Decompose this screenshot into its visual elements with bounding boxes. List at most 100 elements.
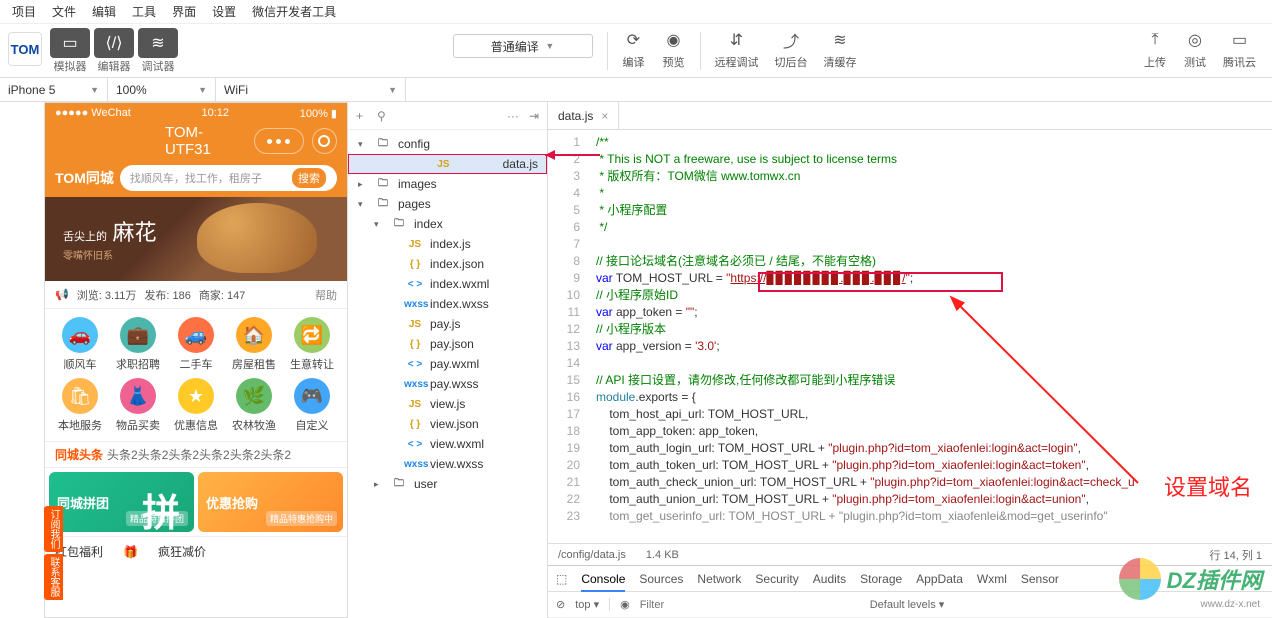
brand-label: TOM同城	[55, 168, 114, 188]
add-file-icon[interactable]: +	[356, 109, 363, 123]
devtools-tab[interactable]: Sensor	[1021, 572, 1059, 586]
devtools-tab[interactable]: Sources	[639, 572, 683, 586]
remote-debug-button[interactable]: ⇵远程调试	[715, 28, 759, 70]
clear-cache-button[interactable]: ≋清缓存	[824, 28, 857, 70]
discount-link[interactable]: 疯狂减价	[158, 543, 206, 560]
search-input[interactable]: 找顺风车，找工作，租房子 搜索	[120, 165, 337, 191]
tree-item[interactable]: ▾🗀pages	[348, 194, 547, 214]
devtools-tab[interactable]: Storage	[860, 572, 902, 586]
devtools-tab[interactable]: Security	[755, 572, 798, 586]
tree-item[interactable]: { }pay.json	[348, 334, 547, 354]
category-grid: 🚗顺风车💼求职招聘🚙二手车🏠房屋租售🔁生意转让 🛍本地服务👗物品买卖★优惠信息🌿农…	[45, 309, 347, 441]
subscribe-tab[interactable]: 订阅我们	[44, 506, 63, 552]
page-title: TOM-UTF31	[165, 124, 246, 158]
devtools-tab[interactable]: Console	[581, 572, 625, 592]
close-icon[interactable]: ×	[601, 109, 608, 123]
upload-button[interactable]: ⤒上传	[1143, 28, 1167, 70]
tree-item[interactable]: ▸🗀images	[348, 174, 547, 194]
category-item[interactable]: 💼求职招聘	[109, 317, 167, 372]
tree-item[interactable]: < >index.wxml	[348, 274, 547, 294]
tree-item[interactable]: < >pay.wxml	[348, 354, 547, 374]
tree-item[interactable]: ▾🗀index	[348, 214, 547, 234]
devtools-tab[interactable]: Network	[697, 572, 741, 586]
promo-groupbuy[interactable]: 同城拼团拼 精品特惠拼团	[49, 472, 194, 532]
code-editor-panel: data.js× 1234567891011121314151617181920…	[548, 102, 1272, 618]
main-toolbar: TOM ▭ ⟨/⟩ ≋ 模拟器 编辑器 调试器 普通编译 ▼ ⟳编译 ◉预览 ⇵…	[0, 24, 1272, 78]
category-item[interactable]: 🎮自定义	[283, 378, 341, 433]
capsule-close[interactable]	[312, 128, 337, 154]
help-link[interactable]: 帮助	[315, 287, 337, 303]
menu-item[interactable]: 工具	[124, 3, 164, 20]
capsule-menu[interactable]	[254, 128, 304, 154]
tree-item[interactable]: < >view.wxml	[348, 434, 547, 454]
tree-item[interactable]: JSindex.js	[348, 234, 547, 254]
menu-item[interactable]: 微信开发者工具	[244, 3, 344, 20]
compile-mode-select[interactable]: 普通编译 ▼	[453, 34, 593, 58]
tree-item[interactable]: { }index.json	[348, 254, 547, 274]
device-select[interactable]: iPhone 5▼	[0, 78, 108, 101]
tree-item[interactable]: wxssview.wxss	[348, 454, 547, 474]
test-button[interactable]: ◎测试	[1183, 28, 1207, 70]
category-item[interactable]: 🌿农林牧渔	[225, 378, 283, 433]
devtools-inspect-icon[interactable]: ⬚	[556, 572, 567, 586]
context-select[interactable]: top ▾	[575, 598, 610, 611]
editor-tab[interactable]: data.js×	[548, 102, 619, 129]
tree-item[interactable]: wxsspay.wxss	[348, 374, 547, 394]
editor-button[interactable]: ⟨/⟩	[94, 28, 134, 58]
banner[interactable]: 舌尖上的 麻花零嘴怀旧系	[45, 197, 347, 281]
tree-item[interactable]: { }view.json	[348, 414, 547, 434]
label: 编辑器	[94, 58, 134, 74]
sound-icon: 📢	[55, 288, 69, 301]
devtools-tab[interactable]: Wxml	[977, 572, 1007, 586]
category-item[interactable]: 👗物品买卖	[109, 378, 167, 433]
network-select[interactable]: WiFi▼	[216, 78, 406, 101]
watermark-logo	[1119, 558, 1161, 600]
stats-row: 📢 浏览: 3.11万 发布: 186 商家: 147 帮助	[45, 281, 347, 309]
zoom-select[interactable]: 100%▼	[108, 78, 216, 101]
selector-row: iPhone 5▼ 100%▼ WiFi▼	[0, 78, 1272, 102]
menu-item[interactable]: 文件	[44, 3, 84, 20]
headline-row[interactable]: 同城头条 头条2头条2头条2头条2头条2头条2	[45, 441, 347, 468]
filter-input[interactable]	[640, 599, 860, 611]
background-button[interactable]: ⤴切后台	[775, 28, 808, 70]
devtools-tab[interactable]: AppData	[916, 572, 963, 586]
contact-tab[interactable]: 联系客服	[44, 554, 63, 600]
category-item[interactable]: 🔁生意转让	[283, 317, 341, 372]
editor-tabs: data.js×	[548, 102, 1272, 130]
tree-item[interactable]: wxssindex.wxss	[348, 294, 547, 314]
promo-flash[interactable]: 优惠抢购 精品特惠抢购中	[198, 472, 343, 532]
tree-item[interactable]: JSview.js	[348, 394, 547, 414]
clear-console-icon[interactable]: ⊘	[556, 598, 565, 611]
app-logo: TOM	[8, 32, 42, 66]
category-item[interactable]: ★优惠信息	[167, 378, 225, 433]
levels-select[interactable]: Default levels ▾	[870, 598, 945, 611]
menu-item[interactable]: 项目	[4, 3, 44, 20]
gift-icon[interactable]: 🎁	[123, 545, 138, 559]
cloud-button[interactable]: ▭腾讯云	[1223, 28, 1256, 70]
eye-icon[interactable]: ◉	[620, 598, 630, 611]
menu-item[interactable]: 编辑	[84, 3, 124, 20]
category-item[interactable]: 🚙二手车	[167, 317, 225, 372]
file-tree[interactable]: ▾🗀configJSdata.js▸🗀images▾🗀pages▾🗀indexJ…	[348, 130, 547, 618]
category-item[interactable]: 🛍本地服务	[51, 378, 109, 433]
tree-item[interactable]: JSpay.js	[348, 314, 547, 334]
tree-item[interactable]: ▸🗀user	[348, 474, 547, 494]
more-icon[interactable]: ···	[507, 109, 519, 123]
tree-item[interactable]: ▾🗀config	[348, 134, 547, 154]
watermark: DZ插件网 www.dz-x.net	[1119, 558, 1262, 600]
debugger-button[interactable]: ≋	[138, 28, 178, 58]
file-explorer: + ⚲ ··· ⇥ ▾🗀configJSdata.js▸🗀images▾🗀pag…	[348, 102, 548, 618]
category-item[interactable]: 🚗顺风车	[51, 317, 109, 372]
category-item[interactable]: 🏠房屋租售	[225, 317, 283, 372]
collapse-icon[interactable]: ⇥	[529, 109, 539, 123]
code-area[interactable]: 1234567891011121314151617181920212223 /*…	[548, 130, 1272, 543]
preview-button[interactable]: ◉预览	[662, 28, 686, 70]
simulator-button[interactable]: ▭	[50, 28, 90, 58]
menu-item[interactable]: 设置	[204, 3, 244, 20]
compile-button[interactable]: ⟳编译	[622, 28, 646, 70]
tree-item[interactable]: JSdata.js	[348, 154, 547, 174]
menu-item[interactable]: 界面	[164, 3, 204, 20]
search-icon[interactable]: ⚲	[377, 109, 386, 123]
search-button[interactable]: 搜索	[291, 167, 327, 189]
devtools-tab[interactable]: Audits	[813, 572, 846, 586]
